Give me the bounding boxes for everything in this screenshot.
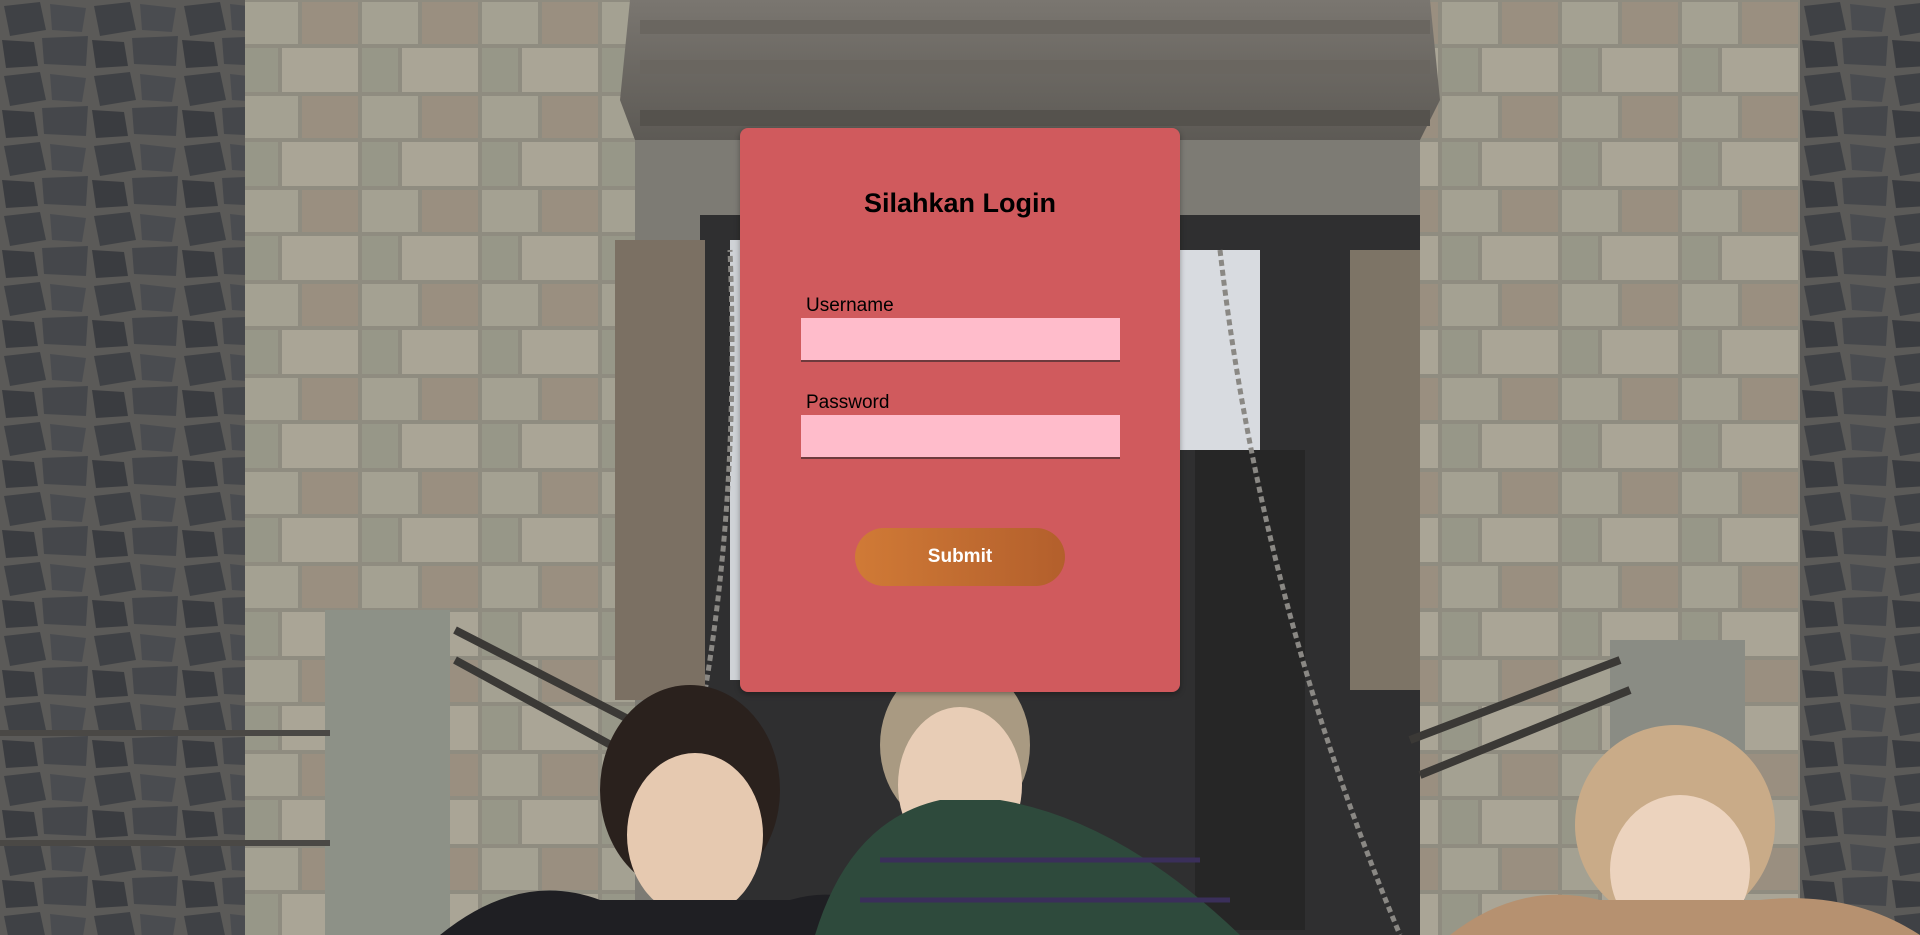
password-input[interactable] <box>801 415 1120 459</box>
username-label: Username <box>806 295 894 316</box>
password-label: Password <box>806 392 890 413</box>
username-input[interactable] <box>801 318 1120 362</box>
submit-button[interactable]: Submit <box>855 528 1065 586</box>
login-title: Silahkan Login <box>863 188 1057 218</box>
login-card: Silahkan Login Username Password Submit <box>740 128 1180 692</box>
